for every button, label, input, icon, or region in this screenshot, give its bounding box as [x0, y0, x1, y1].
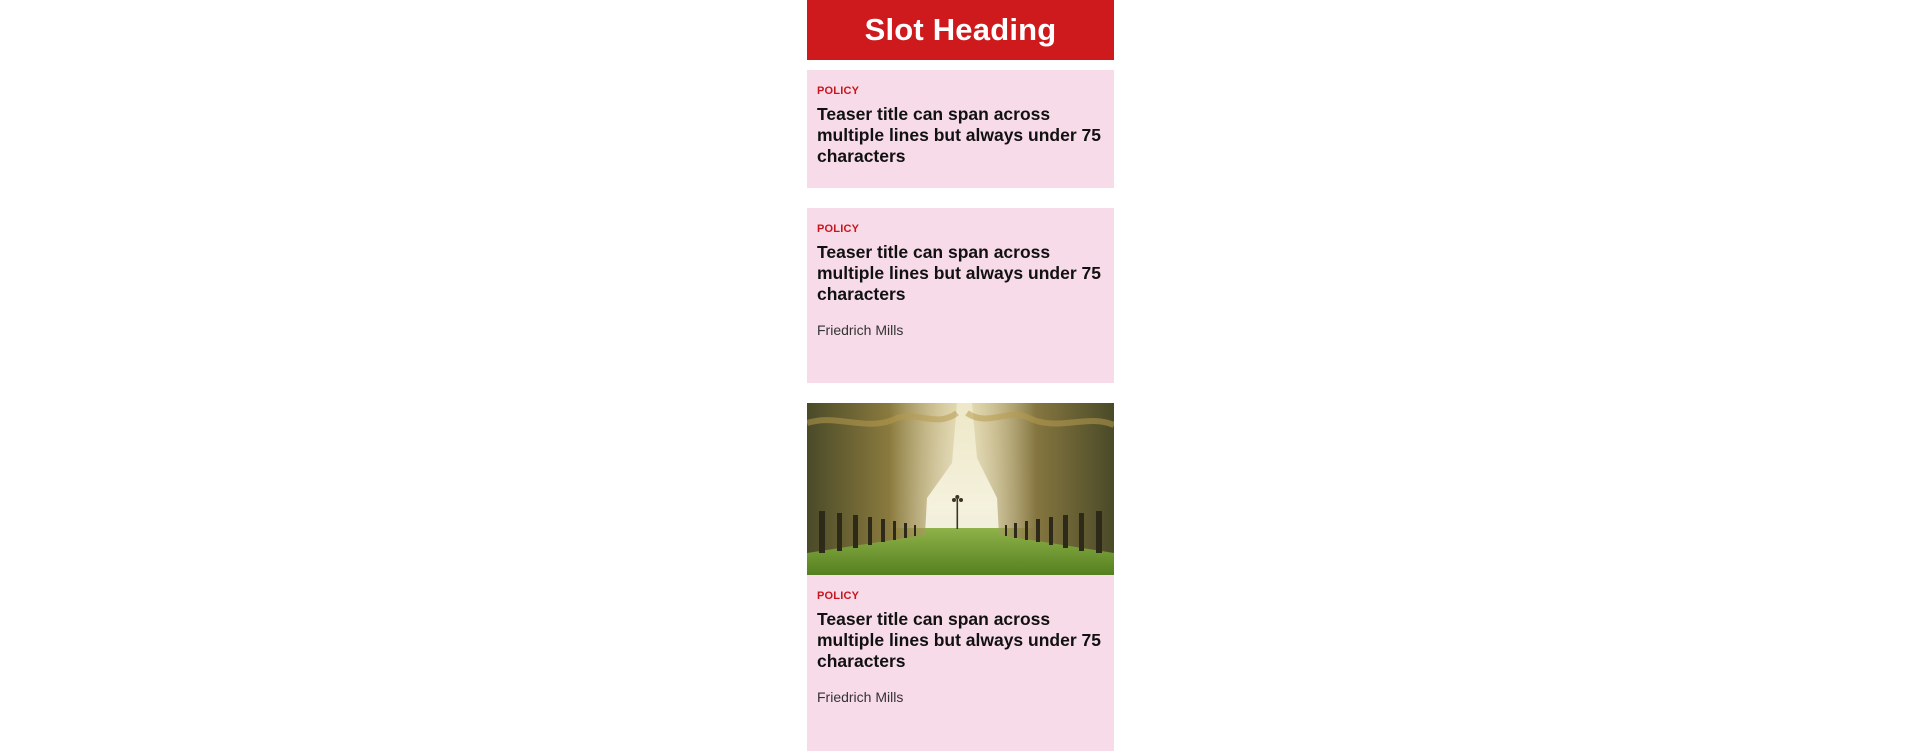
teaser-card[interactable]: POLICY Teaser title can span across mult… — [807, 208, 1114, 383]
teaser-body: POLICY Teaser title can span across mult… — [807, 575, 1114, 706]
teaser-slot: Slot Heading POLICY Teaser title can spa… — [807, 0, 1114, 751]
teaser-title[interactable]: Teaser title can span across multiple li… — [817, 104, 1104, 167]
teaser-card[interactable]: POLICY Teaser title can span across mult… — [807, 70, 1114, 188]
teaser-author: Friedrich Mills — [817, 322, 904, 338]
slot-heading: Slot Heading — [807, 0, 1114, 60]
teaser-title[interactable]: Teaser title can span across multiple li… — [817, 609, 1104, 672]
teaser-category-tag[interactable]: POLICY — [817, 222, 1104, 236]
teaser-category-tag[interactable]: POLICY — [817, 589, 1104, 603]
teaser-author: Friedrich Mills — [817, 689, 904, 705]
teaser-image[interactable] — [807, 403, 1114, 575]
teaser-category-tag[interactable]: POLICY — [817, 84, 1104, 98]
teaser-card-with-image[interactable]: POLICY Teaser title can span across mult… — [807, 403, 1114, 751]
teaser-title[interactable]: Teaser title can span across multiple li… — [817, 242, 1104, 305]
